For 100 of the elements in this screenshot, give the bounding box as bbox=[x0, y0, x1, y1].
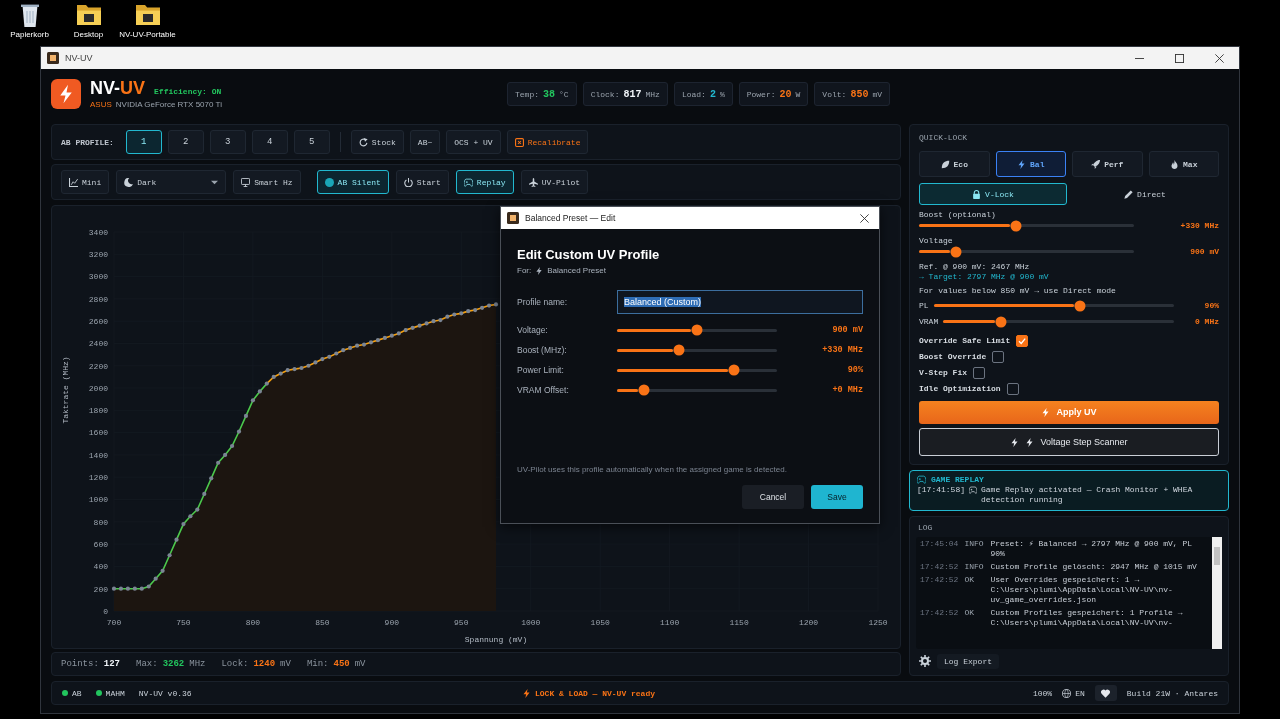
rocket-icon bbox=[1091, 159, 1101, 169]
desktop-icon-label[interactable]: NV-UV-Portable bbox=[119, 30, 176, 39]
app-icon bbox=[47, 52, 59, 64]
data-point bbox=[466, 309, 471, 314]
slider-thumb[interactable] bbox=[673, 344, 685, 356]
action-button[interactable]: Recalibrate bbox=[506, 130, 589, 154]
axis-tick-label: 1800 bbox=[88, 406, 108, 416]
scanner-button[interactable]: Voltage Step Scanner bbox=[919, 428, 1219, 456]
folder-icon[interactable] bbox=[135, 3, 160, 27]
slider-thumb[interactable] bbox=[1074, 300, 1086, 312]
stat-unit: mV bbox=[872, 89, 882, 99]
axis-tick-label: 2800 bbox=[88, 294, 108, 304]
data-point bbox=[160, 568, 165, 573]
summary-label: Min: bbox=[306, 659, 329, 669]
data-point bbox=[327, 354, 332, 359]
language-label[interactable]: EN bbox=[1075, 688, 1085, 698]
axis-tick-label: 1150 bbox=[729, 618, 749, 627]
power-icon bbox=[403, 177, 413, 187]
checkbox[interactable] bbox=[1006, 382, 1019, 395]
folder-icon[interactable] bbox=[76, 3, 101, 27]
data-point bbox=[174, 537, 179, 542]
preset-button[interactable]: Eco bbox=[919, 151, 990, 177]
monitor-icon bbox=[241, 177, 251, 187]
mode-tab[interactable]: V-Lock bbox=[919, 183, 1067, 205]
data-point bbox=[257, 389, 262, 394]
app-title: NV-UV bbox=[90, 79, 146, 97]
data-point bbox=[452, 312, 457, 317]
checkbox[interactable] bbox=[1016, 334, 1029, 347]
profile-slot[interactable]: 1 bbox=[125, 130, 162, 154]
axis-tick-label: 1000 bbox=[88, 495, 108, 505]
toolbar-toggle[interactable]: AB Silent bbox=[316, 170, 389, 194]
slider-label: Boost (MHz): bbox=[517, 345, 568, 355]
theme-select[interactable]: Dark bbox=[116, 170, 227, 194]
slider-thumb[interactable] bbox=[638, 384, 650, 396]
gamepad-icon bbox=[917, 475, 926, 484]
scrollbar[interactable] bbox=[1212, 537, 1222, 649]
save-button[interactable]: Save bbox=[811, 485, 863, 509]
log-export-button[interactable]: Log Export bbox=[937, 653, 999, 669]
toolbar-toggle[interactable]: Mini bbox=[61, 170, 110, 194]
log-message: Custom Profiles gespeichert: 1 Profile → C:\Users\plumi\AppData\Local\NV-UV\nv- bbox=[990, 608, 1184, 628]
dialog-heading: Edit Custom UV Profile bbox=[517, 247, 661, 263]
efficiency-status: Efficiency: ON bbox=[154, 87, 222, 96]
desktop-icon-label[interactable]: Desktop bbox=[73, 30, 104, 39]
axis-tick-label: 3200 bbox=[88, 250, 108, 260]
bolt-icon bbox=[522, 688, 531, 698]
axis-title: Taktrate (MHz) bbox=[61, 356, 70, 424]
slider-value: 900 mV bbox=[832, 325, 863, 335]
panel-title: QUICK-LOCK bbox=[919, 133, 968, 143]
gamepad-icon bbox=[463, 177, 473, 187]
heart-button[interactable] bbox=[1094, 685, 1117, 701]
log-level: OK bbox=[964, 575, 975, 585]
toolbar-toggle[interactable]: Replay bbox=[455, 170, 514, 194]
axis-tick-label: 2600 bbox=[88, 317, 108, 326]
profile-slot[interactable]: 4 bbox=[251, 130, 288, 154]
action-button[interactable]: AB~ bbox=[409, 130, 441, 154]
preset-button[interactable]: Perf bbox=[1072, 151, 1143, 177]
close-icon bbox=[1214, 53, 1224, 63]
stat-value: 20 bbox=[779, 88, 792, 100]
preset-button[interactable]: Max bbox=[1148, 151, 1219, 177]
summary-unit: mV bbox=[280, 659, 291, 669]
preset-button[interactable]: Bal bbox=[995, 151, 1066, 177]
log-level: INFO bbox=[964, 539, 985, 549]
axis-tick-label: 950 bbox=[454, 618, 469, 627]
toolbar-toggle[interactable]: Start bbox=[395, 170, 449, 194]
slider-thumb[interactable] bbox=[728, 364, 740, 376]
for-label: For: bbox=[517, 266, 532, 276]
axis-tick-label: 600 bbox=[93, 539, 108, 549]
data-point bbox=[250, 398, 255, 403]
slider-thumb[interactable] bbox=[1010, 220, 1022, 232]
toolbar-toggle[interactable]: Smart Hz bbox=[233, 170, 301, 194]
data-point bbox=[236, 429, 242, 434]
reference-text: Ref. @ 900 mV: 2467 MHz bbox=[919, 261, 1031, 272]
action-button[interactable]: Stock bbox=[350, 130, 404, 154]
zoom-level: 100% bbox=[1032, 688, 1053, 698]
mode-tab[interactable]: Direct bbox=[1071, 183, 1219, 205]
checkbox[interactable] bbox=[992, 350, 1005, 363]
checkbox[interactable] bbox=[973, 366, 985, 379]
profile-slot[interactable]: 3 bbox=[209, 130, 246, 154]
check-icon bbox=[1018, 336, 1027, 345]
action-button[interactable]: OCS + UV bbox=[446, 130, 501, 154]
axis-tick-label: 900 bbox=[384, 618, 399, 627]
log-message: Custom Profile gelöscht: 2947 MHz @ 1015 mV bbox=[990, 562, 1198, 572]
lock-icon bbox=[972, 189, 982, 199]
cancel-button[interactable]: Cancel bbox=[742, 485, 804, 509]
gear-icon bbox=[919, 655, 931, 667]
toolbar-toggle[interactable]: UV-Pilot bbox=[520, 170, 589, 194]
slider-value: 900 mV bbox=[1190, 247, 1219, 257]
profile-slot[interactable]: 5 bbox=[293, 130, 330, 154]
desktop-icon-label[interactable]: Papierkorb bbox=[10, 30, 49, 39]
airplane-icon bbox=[528, 177, 538, 187]
summary-value: 3262 bbox=[162, 659, 185, 669]
logo-icon bbox=[51, 79, 81, 109]
log-time: 17:45:04 bbox=[920, 539, 959, 549]
summary-unit: mV bbox=[354, 659, 366, 669]
slider-thumb[interactable] bbox=[950, 246, 962, 258]
profile-slot[interactable]: 2 bbox=[167, 130, 204, 154]
option-label: Override Safe Limit bbox=[919, 336, 1011, 345]
slider-thumb[interactable] bbox=[995, 316, 1007, 328]
profile-name-field[interactable]: Balanced (Custom) bbox=[617, 290, 863, 314]
slider-thumb[interactable] bbox=[691, 324, 703, 336]
